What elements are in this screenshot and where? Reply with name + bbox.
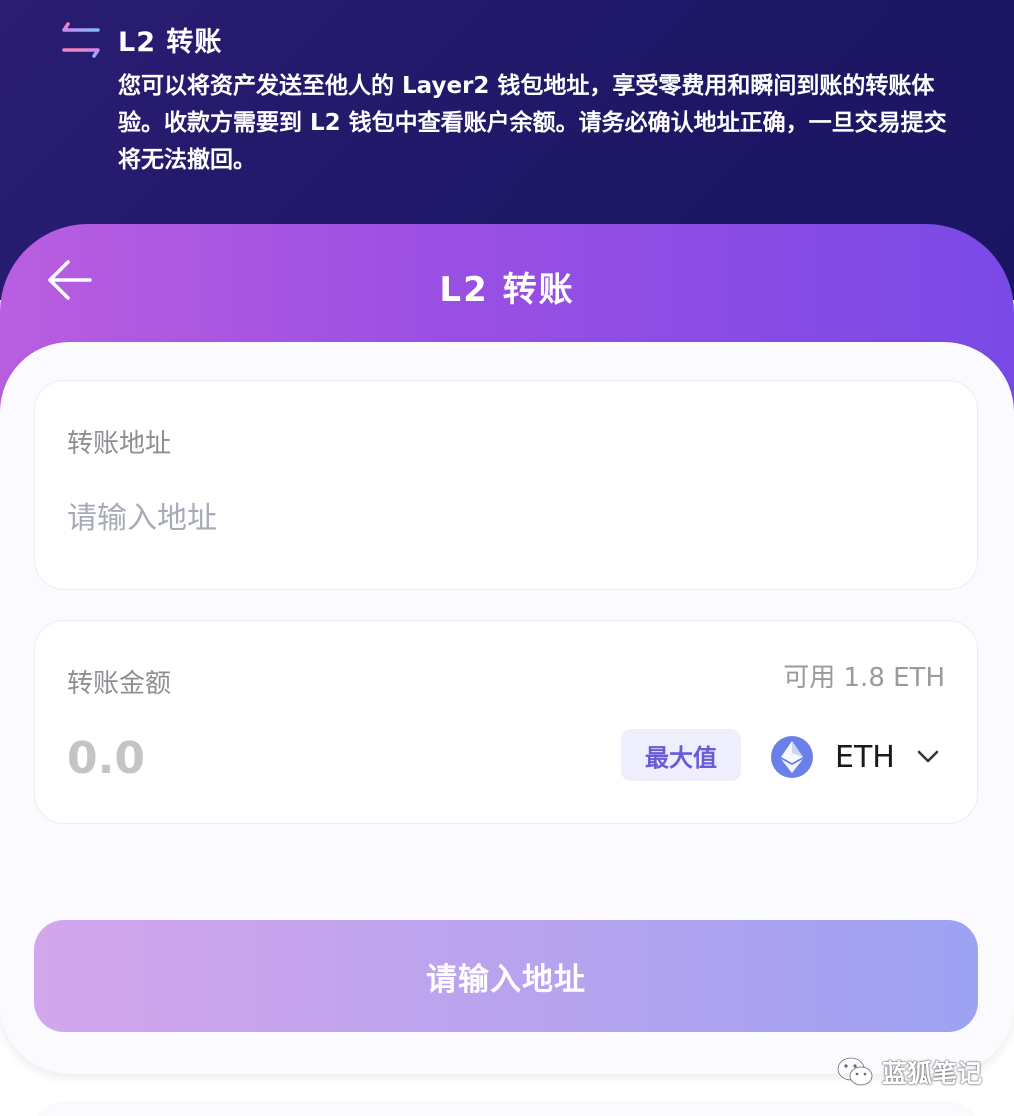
watermark: 蓝狐笔记 xyxy=(836,1052,982,1092)
banner-title: L2 转账 xyxy=(118,27,223,58)
address-field-card: 转账地址 xyxy=(34,380,978,590)
submit-button[interactable]: 请输入地址 xyxy=(34,920,978,1032)
amount-label: 转账金额 xyxy=(67,669,172,699)
page-title: L2 转账 xyxy=(439,270,575,310)
address-label: 转账地址 xyxy=(67,429,172,459)
available-balance: 可用 1.8 ETH xyxy=(783,663,945,693)
chevron-down-icon xyxy=(917,750,939,763)
max-amount-button[interactable]: 最大值 xyxy=(621,729,741,781)
watermark-text: 蓝狐笔记 xyxy=(882,1059,983,1088)
amount-field-card: 转账金额 可用 1.8 ETH 最大值 ETH xyxy=(34,620,978,824)
wechat-icon xyxy=(836,1056,873,1086)
amount-input[interactable] xyxy=(67,725,427,791)
ethereum-icon xyxy=(771,736,813,778)
token-name: ETH xyxy=(835,739,895,775)
token-selector[interactable]: ETH xyxy=(771,733,951,781)
transfer-arrows-icon xyxy=(62,22,100,58)
next-section-edge xyxy=(34,1104,978,1116)
banner-description: 您可以将资产发送至他人的 Layer2 钱包地址，享受零费用和瞬间到账的转账体验… xyxy=(118,73,947,173)
address-input[interactable] xyxy=(67,493,927,543)
